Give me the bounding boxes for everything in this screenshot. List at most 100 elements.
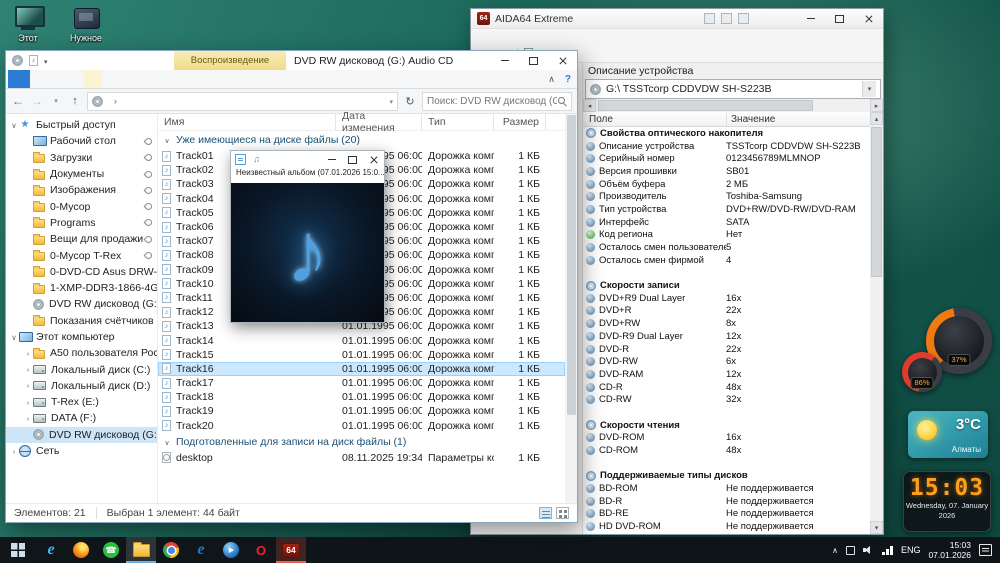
tray-app-icon[interactable] (845, 545, 855, 555)
property-row[interactable]: HD DVD-ROM Не поддерживается (583, 520, 870, 533)
qat-dropdown-icon[interactable] (44, 55, 48, 67)
column-date[interactable]: Дата изменения (336, 110, 422, 134)
close-button[interactable] (854, 9, 883, 28)
maximize-button[interactable] (342, 151, 363, 168)
help-icon[interactable] (565, 73, 571, 85)
refresh-icon[interactable] (403, 95, 417, 108)
minimize-button[interactable] (796, 9, 825, 28)
property-row[interactable]: HD DVD-R Dual Layer Не поддерживается (583, 533, 870, 535)
column-field[interactable]: Поле (583, 112, 727, 126)
column-type[interactable]: Тип (422, 114, 494, 130)
expander-icon[interactable]: ∨ (9, 121, 19, 130)
property-row[interactable] (583, 267, 870, 280)
property-row[interactable] (583, 406, 870, 419)
scroll-up-button[interactable] (870, 112, 883, 125)
recent-locations-icon[interactable] (49, 97, 63, 105)
sidebar-item[interactable]: › Локальный диск (C:) (6, 361, 157, 377)
file-row[interactable]: Track17 01.01.1995 06:00 Дорожка компакт… (158, 376, 565, 390)
aida64-titlebar[interactable]: 64 AIDA64 Extreme (471, 9, 883, 29)
expander-icon[interactable]: › (23, 365, 33, 374)
property-row[interactable]: DVD-R9 Dual Layer 12x (583, 330, 870, 343)
property-row[interactable]: DVD+R9 Dual Layer 16x (583, 292, 870, 305)
sidebar-item[interactable]: Документы (6, 166, 157, 182)
sidebar-item[interactable]: Показания счётчиков (6, 313, 157, 329)
expander-icon[interactable]: › (23, 398, 33, 407)
sidebar-item[interactable]: Вещи для продажи (6, 231, 157, 247)
sidebar-item[interactable]: DVD RW дисковод (G:) Audio C (6, 296, 157, 312)
property-row[interactable]: Версия прошивки SB01 (583, 165, 870, 178)
scroll-down-button[interactable] (870, 521, 883, 534)
maximize-button[interactable] (519, 51, 548, 70)
sidebar-item[interactable]: Рабочий стол (6, 133, 157, 149)
expander-icon[interactable]: › (9, 447, 19, 456)
system-gauge-gadget[interactable]: 37% 86% (902, 308, 992, 394)
taskbar-app-button[interactable]: ☎ (96, 537, 126, 563)
clock-gadget[interactable]: 15:03 Wednesday, 07. January 2026 (903, 471, 991, 532)
property-row[interactable]: Код региона Нет (583, 229, 870, 242)
taskbar-app-button[interactable]: ▶ (216, 537, 246, 563)
expander-icon[interactable]: › (23, 349, 33, 358)
property-row[interactable]: BD-ROM Не поддерживается (583, 482, 870, 495)
property-row[interactable]: Серийный номер 0123456789MLMNOP (583, 152, 870, 165)
expander-icon[interactable]: ∨ (9, 333, 19, 342)
taskbar-app-button[interactable] (126, 537, 156, 563)
collapse-chevron-icon[interactable] (162, 436, 172, 448)
start-button[interactable] (0, 537, 36, 563)
details-view-button[interactable] (539, 507, 552, 519)
explorer-titlebar[interactable]: Воспроизведение DVD RW дисковод (G:) Aud… (6, 51, 577, 70)
minimize-button[interactable] (321, 151, 342, 168)
vertical-scrollbar[interactable] (565, 114, 577, 503)
property-row[interactable]: Интерфейс SATA (583, 216, 870, 229)
file-row[interactable]: Track14 01.01.1995 06:00 Дорожка компакт… (158, 333, 565, 347)
property-row[interactable]: Объём буфера 2 МБ (583, 178, 870, 191)
search-input[interactable]: Поиск: DVD RW дисковод (G: (422, 91, 572, 111)
sidebar-item[interactable]: › T-Rex (E:) (6, 394, 157, 410)
show-hidden-icons-button[interactable] (832, 544, 838, 556)
sidebar-item[interactable]: 0-Мусор (6, 198, 157, 214)
collapse-chevron-icon[interactable] (162, 134, 172, 146)
expander-icon[interactable]: › (23, 381, 33, 390)
album-art[interactable] (231, 183, 384, 322)
taskbar-app-button[interactable]: e (36, 537, 66, 563)
sidebar-item[interactable]: DVD RW дисковод (G:) Audio C (6, 426, 157, 443)
property-row[interactable]: BD-R Не поддерживается (583, 495, 870, 508)
taskbar-app-button[interactable] (156, 537, 186, 563)
file-row[interactable]: Track18 01.01.1995 06:00 Дорожка компакт… (158, 390, 565, 404)
group-header[interactable]: Подготовленные для записи на диск файлы … (158, 433, 565, 451)
column-name[interactable]: Имя (158, 114, 336, 130)
property-row[interactable]: CD-ROM 48x (583, 444, 870, 457)
property-row[interactable]: DVD-RW 6x (583, 355, 870, 368)
ribbon-tab[interactable] (30, 70, 48, 88)
ribbon-tab[interactable] (48, 70, 66, 88)
horizontal-scrollbar[interactable] (583, 99, 883, 112)
property-row[interactable]: CD-RW 32x (583, 393, 870, 406)
contextual-tab-group[interactable]: Воспроизведение (174, 51, 286, 70)
scrollbar-thumb[interactable] (598, 100, 813, 111)
up-icon[interactable] (68, 95, 82, 107)
volume-icon[interactable] (862, 545, 874, 555)
column-value[interactable]: Значение (727, 112, 870, 126)
property-row[interactable]: Поддерживаемые типы дисков (583, 470, 870, 483)
property-row[interactable]: Производитель Toshiba-Samsung (583, 190, 870, 203)
scrollbar-thumb[interactable] (871, 127, 882, 277)
file-row[interactable]: Track16 01.01.1995 06:00 Дорожка компакт… (158, 361, 565, 376)
weather-gadget[interactable]: 3°C Алматы (908, 411, 988, 458)
property-row[interactable]: Скорости записи (583, 279, 870, 292)
ribbon-tab[interactable] (66, 70, 84, 88)
search-icon[interactable] (557, 96, 567, 106)
file-row[interactable]: desktop 08.11.2025 19:34 Параметры конф.… (158, 451, 565, 465)
forward-icon[interactable] (30, 94, 44, 108)
ribbon-tab[interactable] (84, 70, 102, 88)
file-row[interactable]: Track20 01.01.1995 06:00 Дорожка компакт… (158, 419, 565, 433)
property-row[interactable]: Скорости чтения (583, 419, 870, 432)
sidebar-item[interactable]: › Сеть (6, 443, 157, 459)
property-row[interactable]: DVD-ROM 16x (583, 432, 870, 445)
scroll-right-button[interactable] (870, 99, 883, 112)
sidebar-item[interactable]: ∨ Быстрый доступ (6, 117, 157, 133)
sidebar-item[interactable]: 1-XMP-DDR3-1866-4Gb(16)-Eli (6, 280, 157, 296)
close-button[interactable] (548, 51, 577, 70)
property-row[interactable]: Свойства оптического накопителя (583, 127, 870, 140)
sidebar-item[interactable]: › Локальный диск (D:) (6, 378, 157, 394)
property-row[interactable]: DVD-R 22x (583, 343, 870, 356)
dropdown-arrow-icon[interactable] (862, 81, 876, 97)
